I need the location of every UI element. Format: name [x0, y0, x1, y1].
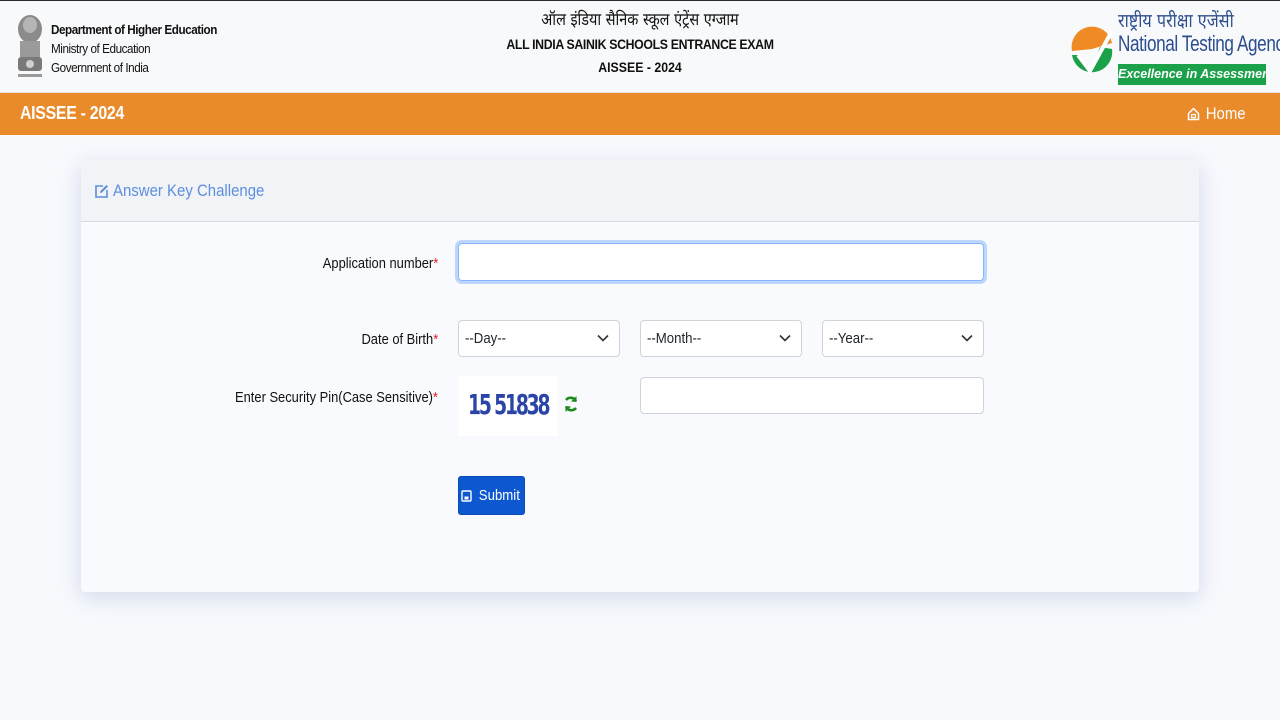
- ministry-name: Ministry of Education: [51, 41, 151, 56]
- submit-label: Submit: [478, 487, 520, 504]
- english-title: ALL INDIA SAINIK SCHOOLS ENTRANCE EXAM: [506, 36, 774, 52]
- edit-icon: [95, 184, 108, 198]
- nta-hindi-name: राष्ट्रीय परीक्षा एजेंसी: [1118, 10, 1234, 32]
- card-header: Answer Key Challenge: [81, 160, 1199, 222]
- security-pin-input[interactable]: [640, 377, 984, 414]
- required-mark: *: [432, 389, 438, 406]
- required-mark: *: [432, 255, 438, 272]
- dob-label: Date of Birth*: [361, 331, 438, 348]
- security-pin-label: Enter Security Pin(Case Sensitive)*: [235, 389, 438, 406]
- hindi-title: ऑल इंडिया सैनिक स्कूल एंट्रेंस एग्जाम: [541, 10, 739, 30]
- dob-month-select[interactable]: --Month--: [640, 320, 802, 357]
- home-icon: [1187, 107, 1199, 121]
- dob-label-text: Date of Birth: [361, 331, 433, 348]
- captcha-image: 15 51838: [458, 376, 558, 436]
- security-pin-label-text: Enter Security Pin(Case Sensitive): [235, 389, 433, 406]
- dob-month-value: --Month--: [647, 330, 702, 347]
- nta-logo: राष्ट्रीय परीक्षा एजेंसी National Testin…: [1070, 9, 1280, 87]
- application-number-input[interactable]: [458, 243, 984, 281]
- chevron-down-icon: [779, 334, 791, 342]
- department-name: Department of Higher Education: [51, 22, 217, 37]
- nta-tagline: Excellence in Assessment: [1118, 64, 1266, 85]
- navbar: AISSEE - 2024 Home: [0, 92, 1280, 135]
- nta-english-name: National Testing Agency: [1118, 31, 1280, 56]
- home-label: Home: [1205, 104, 1246, 123]
- national-emblem-icon: [18, 15, 42, 77]
- dob-day-select[interactable]: --Day--: [458, 320, 620, 357]
- chevron-down-icon: [961, 334, 973, 342]
- answer-key-challenge-card: Answer Key Challenge: [81, 160, 1199, 592]
- government-name: Government of India: [51, 60, 149, 75]
- card-title: Answer Key Challenge: [94, 181, 285, 201]
- exam-title-block: ऑल इंडिया सैनिक स्कूल एंट्रेंस एग्जाम AL…: [440, 9, 840, 77]
- exam-code: AISSEE - 2024: [598, 59, 682, 75]
- nta-check-icon: [1071, 26, 1114, 75]
- application-number-label: Application number*: [323, 255, 438, 272]
- submit-button[interactable]: Submit: [458, 476, 525, 515]
- department-block: Department of Higher Education Ministry …: [51, 20, 217, 77]
- dob-year-value: --Year--: [829, 330, 874, 347]
- captcha-text: 15 51838: [468, 390, 551, 422]
- refresh-icon[interactable]: [563, 393, 579, 415]
- navbar-brand[interactable]: AISSEE - 2024: [20, 103, 124, 124]
- dob-day-value: --Day--: [465, 330, 507, 347]
- card-title-text: Answer Key Challenge: [113, 181, 265, 200]
- home-link[interactable]: Home: [1187, 104, 1248, 124]
- top-header: Department of Higher Education Ministry …: [0, 0, 1280, 92]
- dob-year-select[interactable]: --Year--: [822, 320, 984, 357]
- application-number-label-text: Application number: [322, 255, 433, 272]
- save-icon: [460, 489, 472, 502]
- chevron-down-icon: [597, 334, 609, 342]
- required-mark: *: [432, 331, 438, 348]
